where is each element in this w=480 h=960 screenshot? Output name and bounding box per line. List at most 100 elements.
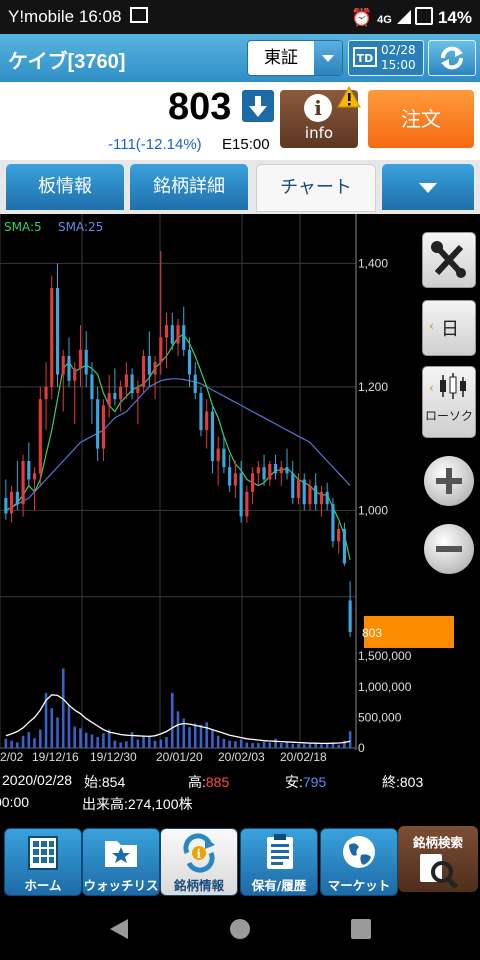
volume-bar [245, 742, 249, 748]
candlestick-chart[interactable]: 1,400 1,200 1,000 1,500,000 1,000,000 500,000… [0, 214, 480, 826]
market-select[interactable]: 東証 [247, 40, 343, 76]
candle-body [256, 467, 260, 474]
candle-body [27, 460, 31, 480]
price-tick-label: 1,000 [358, 503, 388, 517]
volume-row: 00:00 出来高:274,100株 [0, 794, 474, 812]
tab-order-book[interactable]: 板情報 [6, 164, 124, 210]
candle-body [325, 491, 329, 505]
volume-bar [337, 744, 340, 748]
volume-bar [21, 735, 25, 748]
stock-info-icon: i [183, 833, 215, 873]
zoom-in-button[interactable] [424, 456, 474, 506]
nav-holdings[interactable]: 保有/履歴 [240, 828, 318, 896]
volume-bar [136, 739, 140, 748]
chevron-down-icon [314, 41, 342, 75]
x-tick-label: 19/12/16 [32, 750, 79, 764]
period-button[interactable]: ‹ 日 [422, 300, 476, 356]
volume-bar [199, 724, 203, 748]
x-tick-label: 20/02/18 [280, 750, 327, 764]
volume-bar [67, 705, 71, 748]
realtime-timestamp-button[interactable]: TD 02/28 15:00 [348, 40, 424, 76]
chart-type-label: ローソク [424, 409, 473, 423]
home-icon[interactable] [229, 918, 251, 940]
volume-bar [257, 743, 260, 748]
stock-search-button[interactable]: 銘柄検索 [398, 826, 478, 892]
price-change: -111(-12.14%) [108, 136, 202, 153]
recents-icon[interactable] [350, 918, 372, 940]
volume-bar [325, 743, 329, 748]
volume-bar [73, 726, 77, 748]
volume-bar [193, 723, 197, 748]
signal-icon [396, 10, 411, 24]
nav-home[interactable]: ホーム [4, 828, 82, 896]
candle-body [205, 411, 209, 431]
close-value: 803 [399, 774, 424, 790]
high-label: 高: [188, 774, 206, 790]
volume-tick-label: 1,500,000 [358, 649, 412, 663]
chevron-left-icon: ‹ [429, 319, 434, 333]
clock: 16:08 [78, 7, 122, 26]
nav-stock-info[interactable]: i 銘柄情報 [160, 828, 238, 896]
wifi-off-icon [415, 7, 434, 25]
candle-body [84, 349, 88, 375]
candle-body [119, 386, 123, 400]
tab-more[interactable] [382, 164, 474, 210]
high-value: 885 [205, 774, 230, 790]
tools-icon [431, 241, 466, 278]
candle-body [38, 399, 42, 474]
volume-tick-label: 500,000 [358, 710, 402, 724]
volume-bar [291, 743, 295, 748]
candle-body [319, 491, 324, 505]
globe-icon [343, 836, 375, 868]
candle-body [193, 374, 197, 394]
open-label: 始: [84, 774, 102, 790]
candle-body [182, 325, 186, 350]
sma25-legend: SMA:25 [58, 220, 104, 234]
chart-type-button[interactable]: ‹ ローソク [422, 366, 476, 438]
volume-bar [274, 738, 277, 748]
ohlc-date: 2020/02/28 [2, 772, 73, 788]
refresh-button[interactable] [428, 40, 476, 76]
candle-body [55, 288, 60, 375]
candle-body [141, 356, 146, 387]
candle-body [61, 356, 65, 375]
zoom-out-button[interactable] [424, 524, 474, 574]
volume-bar [39, 729, 42, 748]
tab-stock-details[interactable]: 銘柄詳細 [130, 164, 248, 210]
chart-settings-button[interactable] [422, 232, 476, 288]
volume-bar [130, 732, 134, 748]
quote-time: 15:00 [381, 58, 416, 72]
price-tick-label: 1,200 [358, 380, 388, 394]
nav-home-label: ホーム [24, 878, 62, 893]
candle-body [348, 600, 352, 632]
candlestick-icon [440, 373, 466, 399]
open-value: 854 [101, 774, 126, 790]
candle-body [285, 467, 289, 474]
stock-search-label: 銘柄検索 [412, 835, 463, 850]
refresh-icon [441, 46, 463, 70]
order-button[interactable]: 注文 [368, 90, 474, 148]
volume-bar [125, 741, 128, 748]
volume-bar [314, 743, 317, 748]
tab-chart[interactable]: チャート [256, 164, 376, 212]
volume-bar [308, 743, 312, 748]
candle-body [147, 356, 151, 375]
volume-bar [119, 742, 122, 748]
nav-watchlist[interactable]: ウォッチリスト [82, 828, 160, 912]
candle-body [44, 386, 48, 400]
candle-body [73, 368, 77, 381]
candle-body [302, 479, 306, 505]
nav-market[interactable]: マーケット [320, 828, 398, 896]
candle-body [222, 448, 226, 468]
volume-tick-label: 0 [358, 741, 365, 755]
candle-body [291, 473, 295, 498]
candle-body [107, 393, 111, 406]
volume-bar [348, 731, 352, 748]
back-icon[interactable] [108, 918, 130, 940]
volume-bar [279, 743, 283, 748]
low-label: 安: [285, 774, 303, 790]
volume-value: 274,100株 [127, 796, 193, 812]
candle-body [245, 491, 249, 517]
candle-body [273, 464, 278, 474]
volume-label: 出来高: [82, 796, 128, 812]
